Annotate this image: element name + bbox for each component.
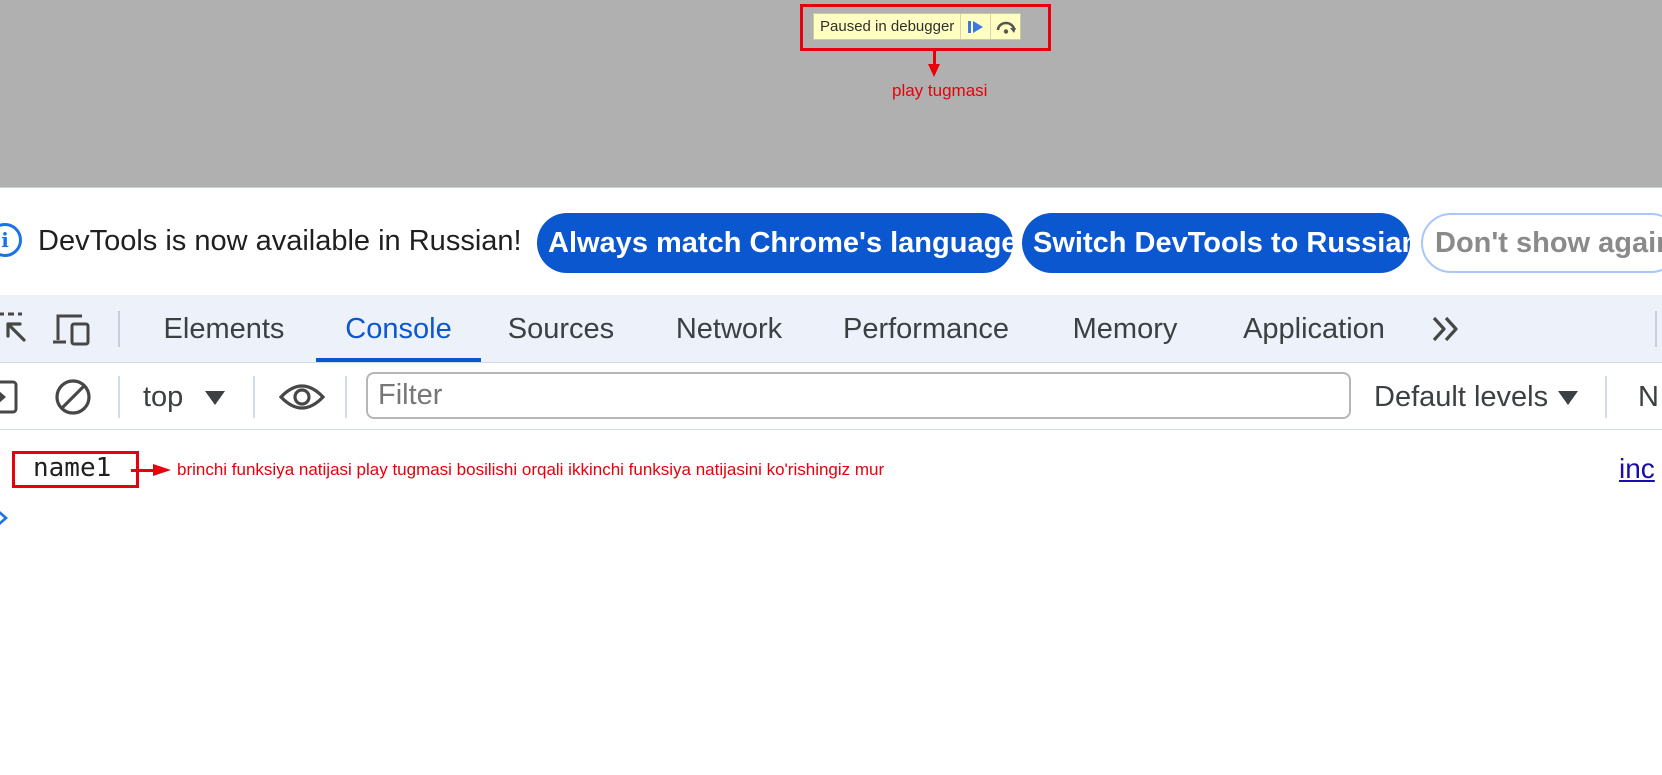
annotation-log-explanation: brinchi funksiya natijasi play tugmasi b…	[177, 460, 885, 479]
annotation-arrow-line	[131, 469, 155, 472]
console-prompt-chevron-icon	[0, 511, 8, 525]
show-console-sidebar-button[interactable]	[0, 377, 32, 417]
device-toolbar-button[interactable]	[52, 310, 92, 350]
toolbar-separator	[118, 376, 120, 418]
tab-memory[interactable]: Memory	[1058, 295, 1192, 363]
annotation-arrow-head	[928, 64, 940, 77]
chevron-down-icon	[205, 391, 226, 405]
log-levels-value: Default levels	[1374, 380, 1549, 413]
always-match-language-button[interactable]: Always match Chrome's language	[537, 213, 1017, 273]
console-output: name1 brinchi funksiya natijasi play tug…	[0, 431, 1662, 775]
paused-label: Paused in debugger	[820, 18, 955, 35]
more-tabs-icon	[1432, 316, 1458, 342]
clear-console-button[interactable]	[53, 377, 93, 417]
tab-application[interactable]: Application	[1232, 295, 1396, 363]
tab-console[interactable]: Console	[316, 295, 481, 363]
active-tab-indicator	[316, 358, 481, 362]
clear-console-icon	[55, 379, 91, 415]
resume-button[interactable]	[960, 14, 990, 39]
annotation-play-button: play tugmasi	[892, 81, 988, 100]
console-prompt[interactable]	[0, 508, 10, 528]
execution-context-select[interactable]: top	[143, 364, 226, 430]
switch-to-russian-button[interactable]: Switch DevTools to Russian	[1022, 213, 1419, 273]
show-console-sidebar-icon	[0, 380, 18, 414]
execution-context-value: top	[143, 380, 184, 413]
step-over-icon	[996, 21, 1016, 34]
info-icon: i	[0, 223, 22, 257]
annotation-arrow-head	[153, 464, 171, 476]
filter-input[interactable]	[366, 372, 1351, 419]
log-source-link[interactable]: inc	[1619, 453, 1655, 485]
resume-play-icon	[967, 20, 983, 33]
tab-network[interactable]: Network	[660, 295, 798, 363]
console-log-message: name1	[33, 453, 112, 483]
tab-performance[interactable]: Performance	[834, 295, 1018, 363]
toolbar-separator	[345, 376, 347, 418]
toolbar-separator	[1605, 376, 1607, 418]
tab-sources[interactable]: Sources	[500, 295, 622, 363]
tabbar-separator	[118, 311, 120, 347]
inspect-element-button[interactable]	[0, 310, 34, 350]
chevron-down-icon	[1558, 391, 1579, 405]
step-over-button[interactable]	[990, 14, 1020, 39]
log-levels-select[interactable]: Default levels	[1374, 364, 1579, 430]
toolbar-separator	[253, 376, 255, 418]
tab-elements[interactable]: Elements	[151, 295, 297, 363]
device-toolbar-icon	[53, 314, 90, 346]
live-expression-button[interactable]	[278, 377, 326, 417]
issues-counter-partial[interactable]: N	[1638, 364, 1659, 430]
language-infobar: i DevTools is now available in Russian! …	[0, 189, 1662, 295]
infobar-message: DevTools is now available in Russian!	[38, 225, 522, 257]
devtools-tabbar: Elements Console Sources Network Perform…	[0, 295, 1662, 363]
paused-in-debugger-bar: Paused in debugger	[813, 13, 1022, 40]
inspect-element-icon	[0, 312, 26, 342]
tabbar-right-separator	[1655, 311, 1657, 347]
more-tabs-button[interactable]	[1428, 311, 1464, 347]
live-expression-eye-icon	[278, 384, 326, 410]
console-toolbar: top Default levels N	[0, 364, 1662, 430]
dont-show-again-button[interactable]: Don't show again	[1421, 213, 1662, 273]
